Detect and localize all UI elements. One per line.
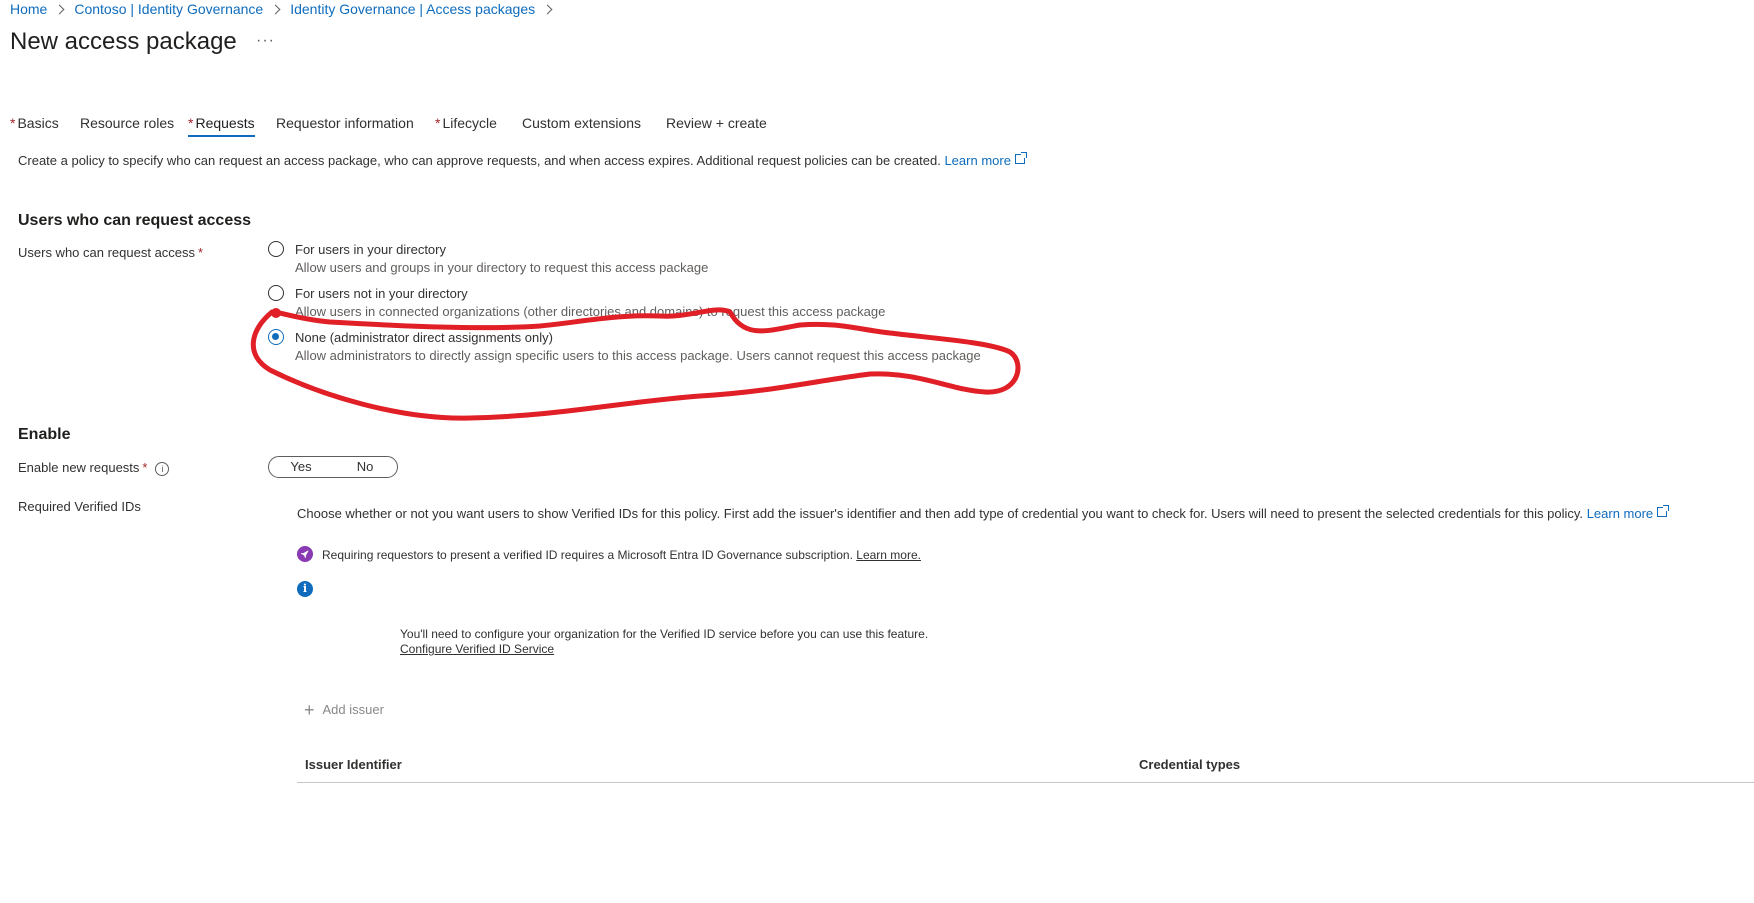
toggle-no[interactable]: No	[333, 457, 397, 477]
option-title: For users in your directory	[295, 242, 446, 257]
subscription-learn-more-link[interactable]: Learn more.	[856, 548, 921, 562]
verified-ids-label: Required Verified IDs	[18, 499, 141, 514]
option-description: Allow users and groups in your directory…	[295, 260, 709, 275]
breadcrumb: Home Contoso | Identity Governance Ident…	[10, 1, 562, 17]
rocket-icon	[297, 546, 313, 562]
breadcrumb-identity-governance[interactable]: Contoso | Identity Governance	[74, 1, 263, 17]
policy-description: Create a policy to specify who can reque…	[18, 152, 1027, 168]
radio-none-admin-direct[interactable]	[268, 329, 284, 345]
verified-ids-description: Choose whether or not you want users to …	[297, 505, 1670, 521]
configure-notice: You'll need to configure your organizati…	[400, 627, 929, 641]
chevron-right-icon	[542, 4, 553, 14]
toggle-yes[interactable]: Yes	[269, 457, 333, 477]
tab-resource-roles[interactable]: Resource roles	[80, 115, 174, 131]
users-field-label: Users who can request access *	[18, 245, 204, 260]
enable-requests-toggle[interactable]: Yes No	[268, 456, 398, 478]
subscription-notice: Requiring requestors to present a verifi…	[322, 548, 921, 562]
enable-requests-label: Enable new requests * i	[18, 460, 170, 476]
enable-section-heading: Enable	[18, 426, 71, 443]
chevron-right-icon	[270, 4, 281, 14]
tab-custom-extensions[interactable]: Custom extensions	[522, 115, 641, 131]
learn-more-link[interactable]: Learn more	[944, 152, 1027, 168]
verified-learn-more-link[interactable]: Learn more	[1587, 505, 1670, 521]
tab-requests[interactable]: * Requests	[188, 115, 255, 137]
radio-users-not-in-directory[interactable]	[268, 285, 284, 301]
column-header-credential-types: Credential types	[1139, 757, 1241, 772]
tab-requestor-information[interactable]: Requestor information	[276, 115, 414, 131]
option-title: None (administrator direct assignments o…	[295, 330, 553, 345]
chevron-right-icon	[54, 4, 65, 14]
plus-icon: +	[304, 700, 315, 720]
breadcrumb-home[interactable]: Home	[10, 1, 47, 17]
option-description: Allow administrators to directly assign …	[295, 348, 981, 363]
external-link-icon	[1014, 152, 1027, 164]
radio-users-in-directory[interactable]	[268, 241, 284, 257]
configure-verified-id-link[interactable]: Configure Verified ID Service	[400, 642, 554, 656]
breadcrumb-access-packages[interactable]: Identity Governance | Access packages	[290, 1, 535, 17]
info-icon[interactable]: i	[155, 461, 170, 476]
more-options-button[interactable]: ···	[256, 32, 275, 50]
add-issuer-button[interactable]: + Add issuer	[304, 700, 384, 721]
option-description: Allow users in connected organizations (…	[295, 304, 886, 319]
external-link-icon	[1657, 505, 1670, 517]
tab-review-create[interactable]: Review + create	[666, 115, 767, 131]
annotation-circle	[250, 307, 1021, 421]
page-title: New access package	[10, 28, 237, 55]
users-section-heading: Users who can request access	[18, 212, 252, 229]
table-divider	[297, 782, 1754, 783]
option-title: For users not in your directory	[295, 286, 468, 301]
tab-lifecycle[interactable]: * Lifecycle	[435, 115, 497, 131]
column-header-issuer: Issuer Identifier	[305, 757, 402, 772]
tab-basics[interactable]: * Basics	[10, 115, 59, 131]
info-icon: i	[297, 581, 313, 597]
